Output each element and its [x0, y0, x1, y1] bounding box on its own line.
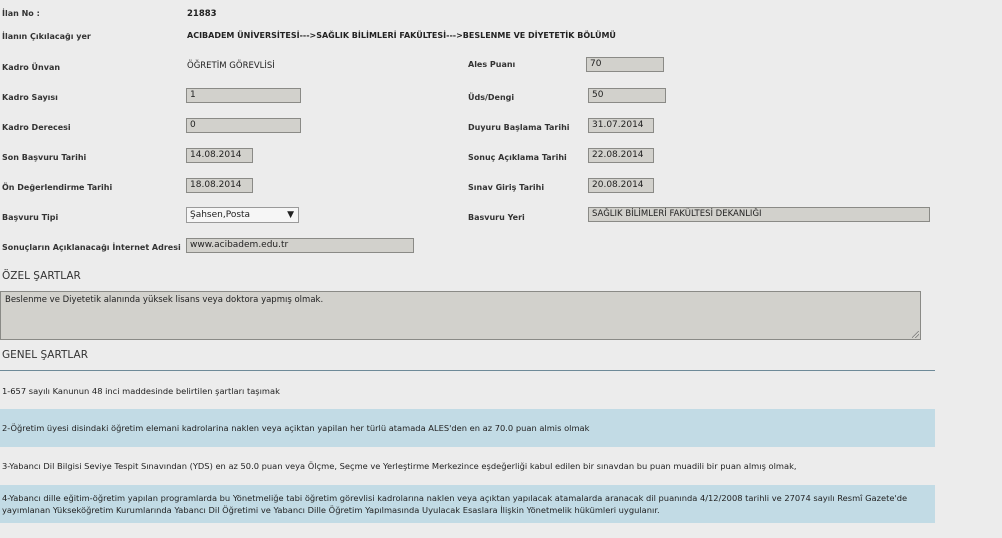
basvuru-yeri-label: Basvuru Yeri: [468, 213, 525, 222]
ilanin-cikacagi-yer-label: İlanın Çıkılacağı yer: [2, 32, 91, 41]
kadro-derecesi-label: Kadro Derecesi: [2, 123, 71, 132]
duyuru-baslama-tarihi-label: Duyuru Başlama Tarihi: [468, 123, 570, 132]
on-degerlendirme-tarihi-label: Ön Değerlendirme Tarihi: [2, 183, 113, 192]
basvuru-tipi-label: Başvuru Tipi: [2, 213, 59, 222]
sonuc-internet-adresi-field[interactable]: www.acibadem.edu.tr: [186, 238, 414, 253]
basvuru-tipi-select[interactable]: Şahsen,Posta ▼: [186, 207, 299, 223]
resize-grip-icon[interactable]: [912, 331, 919, 338]
basvuru-yeri-field[interactable]: SAĞLIK BİLİMLERİ FAKÜLTESİ DEKANLIĞI: [588, 207, 930, 222]
sinav-giris-tarihi-label: Sınav Giriş Tarihi: [468, 183, 545, 192]
genel-sartlar-divider: [0, 370, 935, 371]
ilanin-cikacagi-yer-value: ACIBADEM ÜNİVERSİTESİ--->SAĞLIK BİLİMLER…: [187, 31, 616, 40]
genel-sart-item-3: 3-Yabancı Dil Bilgisi Seviye Tespit Sına…: [2, 461, 797, 471]
genel-sart-item-4: 4-Yabancı dille eğitim-öğretim yapılan p…: [0, 485, 935, 523]
son-basvuru-tarihi-label: Son Başvuru Tarihi: [2, 153, 87, 162]
ales-puani-field[interactable]: 70: [586, 57, 664, 72]
ozel-sartlar-textarea[interactable]: Beslenme ve Diyetetik alanında yüksek li…: [0, 291, 921, 340]
ilan-no-value: 21883: [187, 9, 217, 19]
sonuc-aciklama-tarihi-label: Sonuç Açıklama Tarihi: [468, 153, 567, 162]
uds-dengi-field[interactable]: 50: [588, 88, 666, 103]
kadro-sayisi-field[interactable]: 1: [186, 88, 301, 103]
ozel-sartlar-title: ÖZEL ŞARTLAR: [2, 270, 81, 282]
sonuc-internet-adresi-label: Sonuçların Açıklanacağı İnternet Adresi: [2, 243, 181, 252]
genel-sart-item-2: 2-Öğretim üyesi disindaki öğretim eleman…: [0, 409, 935, 447]
kadro-derecesi-field[interactable]: 0: [186, 118, 301, 133]
kadro-sayisi-label: Kadro Sayısı: [2, 93, 58, 102]
basvuru-tipi-selected: Şahsen,Posta: [190, 210, 251, 220]
dropdown-arrow-icon: ▼: [287, 210, 294, 220]
genel-sart-item-1: 1-657 sayılı Kanunun 48 inci maddesinde …: [2, 386, 280, 396]
genel-sartlar-title: GENEL ŞARTLAR: [2, 349, 89, 361]
sinav-giris-tarihi-field[interactable]: 20.08.2014: [588, 178, 654, 193]
kadro-unvan-label: Kadro Ünvan: [2, 63, 61, 72]
ales-puani-label: Ales Puanı: [468, 60, 516, 69]
duyuru-baslama-tarihi-field[interactable]: 31.07.2014: [588, 118, 654, 133]
on-degerlendirme-tarihi-field[interactable]: 18.08.2014: [186, 178, 253, 193]
sonuc-aciklama-tarihi-field[interactable]: 22.08.2014: [588, 148, 654, 163]
uds-dengi-label: Üds/Dengi: [468, 93, 515, 102]
ozel-sartlar-text: Beslenme ve Diyetetik alanında yüksek li…: [5, 295, 324, 305]
son-basvuru-tarihi-field[interactable]: 14.08.2014: [186, 148, 253, 163]
ilan-no-label: İlan No :: [2, 9, 40, 18]
kadro-unvan-value: ÖĞRETİM GÖREVLİSİ: [187, 61, 275, 71]
